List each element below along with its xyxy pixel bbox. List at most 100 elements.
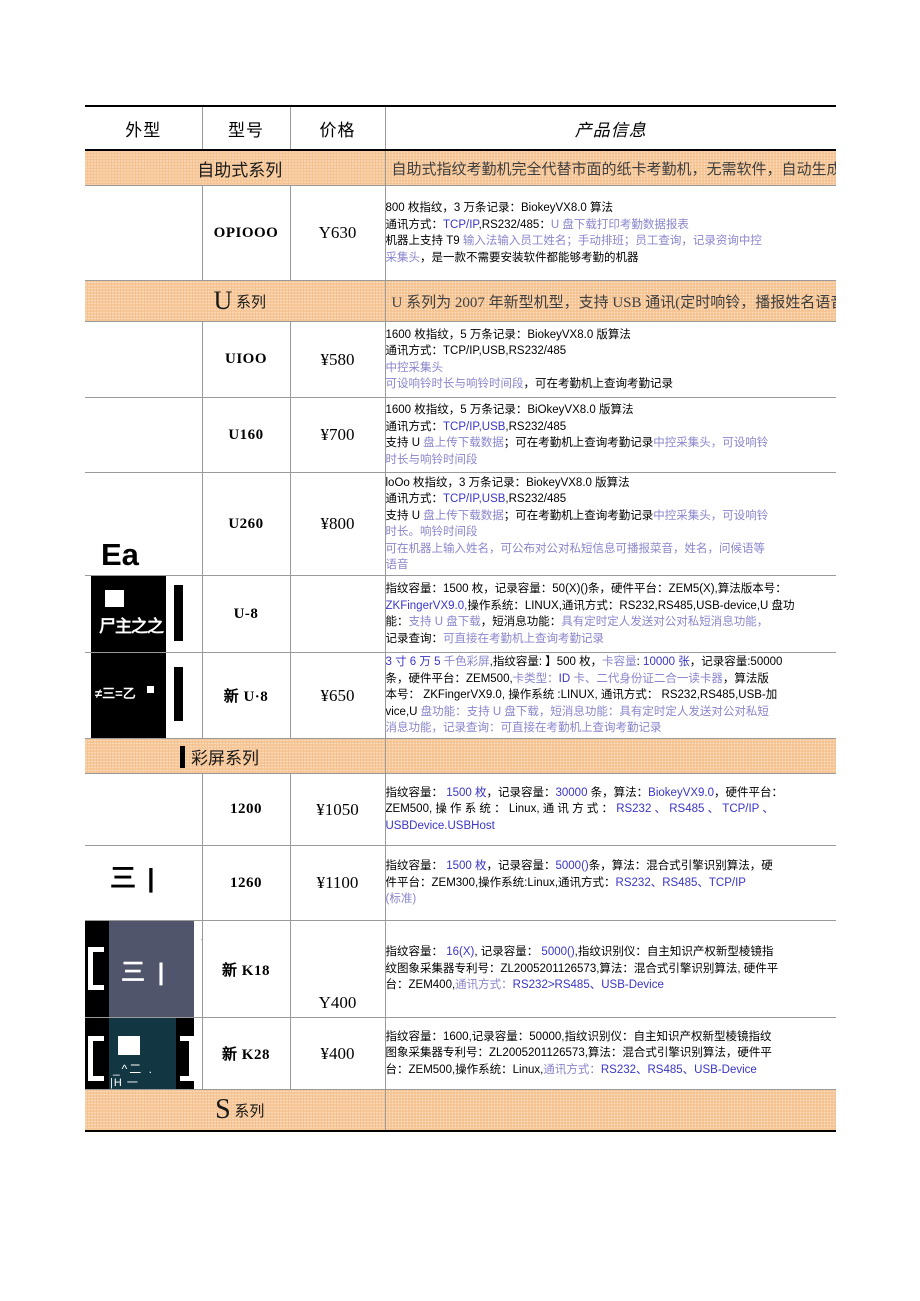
model-name: U-8 [201, 575, 291, 653]
product-info-line: vice,U 盘功能：支持 U 盘下载，短消息功能：具有定时定人发送对公对私短 [385, 705, 769, 718]
product-info-line: 中控采集头 [385, 361, 443, 374]
section-banner-color-screen: 彩屏系列 [85, 738, 836, 774]
product-photo-opi1000 [85, 185, 203, 281]
price-value: ¥650 [289, 652, 386, 739]
series-desc-color-screen [384, 738, 836, 774]
photo-block [105, 590, 124, 607]
product-info-line: 时长。响铃时间段 [385, 526, 478, 538]
series-label-s-series: S 系列 [85, 1089, 386, 1132]
model-name: 新 K18 [201, 920, 291, 1018]
product-info-line: 台：ZEM400,通讯方式：RS232>RS485、USB-Device [385, 979, 664, 992]
product-info: 800 枚指纹，3 万条记录：BiokeyVX8.0 算法 通讯方式：TCP/IP… [384, 185, 836, 281]
price-value: ¥800 [289, 472, 386, 576]
product-info: 指纹容量：1600,记录容量：50000,指纹识别仪：自主知识产权新型棱镜指纹图… [384, 1017, 836, 1090]
product-info-line: 可设响铃时长与响铃时间段，可在考勤机上查询考勤记录 [385, 378, 673, 390]
product-info-line: 纹图象采集器专利号：ZL2005201126573,算法：混合式引擎识别算法, … [385, 962, 779, 975]
header-cell-product-info: 产品信息 [384, 106, 836, 151]
series-label-u-letter: U [213, 286, 233, 315]
model-name: 新 K28 [201, 1017, 291, 1090]
product-info-line: ZKFingerVX9.0,操作系统：LINUX,通讯方式：RS232,RS48… [385, 599, 795, 612]
model-name: 新 U·8 [201, 652, 291, 739]
product-info-line: 采集头，是一款不需要安装软件都能够考勤的机器 [385, 251, 639, 264]
model-name: OPIOOO [201, 185, 291, 281]
price-value: ¥1100 [289, 845, 386, 921]
product-info-line: 3 寸 6 万 5 千色彩屏,指纹容量: 】500 枚，卡容量: 10000 张… [385, 656, 783, 669]
product-info-line: 指纹容量： 1500 枚，记录容量：5000()条，算法：混合式引擎识别算法，硬 [385, 860, 773, 873]
table-row: ≠三=乙 新 U·8 ¥650 3 寸 6 万 5 千色彩屏,指纹容量: 】50… [85, 652, 836, 739]
product-info-line: ZEM500, 操 作 系 统 ： Linux, 通 讯 方 式 ： RS232… [385, 803, 774, 816]
table-row: 尸主之之 U-8 指纹容量：1500 枚，记录容量：50(X)()条，硬件平台：… [85, 575, 836, 653]
product-info-line: 通讯方式：TCP/IP,RS232/485：U 盘下载打印考勤数据报表 [385, 218, 689, 231]
table-row: U160 ¥700 1600 枚指纹，5 万条记录：BiOkeyVX8.0 版算… [85, 397, 836, 473]
product-info-line: 支持 U 盘上传下载数据；可在考勤机上查询考勤记录中控采集头，可设响铃 [385, 509, 769, 522]
header-cell-model: 型号 [201, 106, 291, 151]
product-info-line: 1600 枚指纹，5 万条记录：BiokeyVX8.0 版算法 [385, 328, 631, 341]
ghost-image-artifact-k18: 三 | [121, 959, 168, 986]
model-name: 1200 [201, 773, 291, 846]
product-info-line: 语音 [385, 559, 409, 571]
product-info-line: 指纹容量：1500 枚，记录容量：50(X)()条，硬件平台：ZEM5(X),算… [385, 583, 787, 595]
model-name: UIOO [201, 321, 291, 398]
product-photo-u100 [85, 321, 203, 398]
header-cell-price: 价格 [289, 106, 386, 151]
series-desc-u-series: U 系列为 2007 年新型机型，支持 USB 通讯(定时响铃，播报姓名语音等) [384, 280, 836, 322]
ghost-image-artifact-k28: |H 一 [110, 1077, 139, 1089]
price-value: ¥1050 [289, 773, 386, 846]
photo-block [88, 1076, 104, 1081]
ghost-image-artifact-k18-side: 刖 [201, 923, 202, 944]
table-row: OPIOOO Y630 800 枚指纹，3 万条记录：BiokeyVX8.0 算… [85, 185, 836, 281]
series-label-color-screen-text: 彩屏系列 [191, 748, 259, 768]
table-row: Ea U260 ¥800 loOo 枚指纹，3 万条记录：BiokeyVX8.0… [85, 472, 836, 576]
product-info-line: (标准) [385, 893, 417, 906]
product-photo-1200 [85, 773, 203, 846]
section-banner-self-service: 自助式系列 自助式指纹考勤机完全代替市面的纸卡考勤机，无需软件，自动生成报表 [85, 149, 836, 186]
product-price-table: 外型 型号 价格 产品信息 自助式系列 自助式指纹考勤机完全代替市面的纸卡考勤机… [85, 105, 836, 1132]
ghost-image-artifact-new-u8: ≠三=乙 [95, 686, 136, 701]
ghost-image-artifact-u260: Ea [101, 537, 139, 572]
product-info: 3 寸 6 万 5 千色彩屏,指纹容量: 】500 枚，卡容量: 10000 张… [384, 652, 836, 739]
document-page: 外型 型号 价格 产品信息 自助式系列 自助式指纹考勤机完全代替市面的纸卡考勤机… [0, 0, 920, 1301]
product-info-line: 消息功能，记录查询：可直接在考勤机上查询考勤记录 [385, 722, 662, 735]
ghost-image-artifact-u8: 尸主之之 [99, 617, 164, 636]
product-info-line: 件平台：ZEM300,操作系统:Linux,通讯方式：RS232、RS485、T… [385, 876, 746, 889]
photo-block [118, 1036, 140, 1055]
photo-block [189, 1036, 194, 1081]
product-photo-k28: _^二 . |H 一 [85, 1017, 203, 1090]
table-row: 三 | 1260 ¥1100 指纹容量： 1500 枚，记录容量：5000()条… [85, 845, 836, 921]
product-photo-new-u8: ≠三=乙 [85, 652, 203, 739]
table-row: 1200 ¥1050 指纹容量： 1500 枚，记录容量：30000 条，算法：… [85, 773, 836, 846]
series-desc-s-series [384, 1089, 836, 1132]
product-photo-k18: 三 | 刖 [85, 920, 203, 1018]
product-info-line: 可在机器上输入姓名，可公布对公对私短信息可播报菜音，姓名，问候语等 [385, 542, 765, 555]
price-value: Y400 [289, 920, 386, 1018]
product-info-line: 通讯方式：TCP/IP,USB,RS232/485 [385, 493, 567, 505]
product-info: 指纹容量： 16(X), 记录容量： 5000(),指纹识别仪：自主知识产权新型… [384, 920, 836, 1018]
product-photo-u8: 尸主之之 [85, 575, 203, 653]
product-info-line: 1600 枚指纹，5 万条记录：BiOkeyVX8.0 版算法 [385, 404, 634, 416]
product-info-line: 能：支持 U 盘下载，短消息功能：具有定时定人发送对公对私短消息功能， [385, 616, 769, 628]
series-label-s-letter: S [215, 1094, 231, 1125]
photo-block [88, 985, 104, 990]
product-info-line: 指纹容量： 1500 枚，记录容量：30000 条，算法：BiokeyVX9.0… [385, 786, 784, 799]
price-value: ¥580 [289, 321, 386, 398]
table-row: 三 | 刖 新 K18 Y400 指纹容量： 16(X), 记录容量： 5000… [85, 920, 836, 1018]
ghost-image-artifact-1260: 三 | [110, 863, 157, 893]
product-info: 1600 枚指纹，5 万条记录：BiOkeyVX8.0 版算法 通讯方式：TCP/… [384, 397, 836, 473]
series-label-color-screen: 彩屏系列 [85, 738, 386, 774]
product-info-line: 机器上支持 T9 输入法输入员工姓名；手动排班；员工查询，记录资询中控 [385, 235, 762, 247]
price-value [289, 575, 386, 653]
model-name: 1260 [201, 845, 291, 921]
model-name: U160 [201, 397, 291, 473]
product-info-line: 指纹容量：1600,记录容量：50000,指纹识别仪：自主知识产权新型棱镜指纹 [385, 1030, 772, 1043]
product-info-line: 通讯方式：TCP/IP,USB,RS232/485 [385, 420, 567, 433]
series-desc-self-service: 自助式指纹考勤机完全代替市面的纸卡考勤机，无需软件，自动生成报表 [384, 149, 836, 186]
series-label-self-service: 自助式系列 [85, 149, 386, 186]
series-label-u-suffix: 系列 [232, 295, 267, 311]
model-name: U260 [201, 472, 291, 576]
product-info-line: 记录查询：可直接在考勤机上查询考勤记录 [385, 632, 604, 645]
series-label-u-series: U 系列 [85, 280, 386, 322]
product-info: 指纹容量：1500 枚，记录容量：50(X)()条，硬件平台：ZEM5(X),算… [384, 575, 836, 653]
price-value: ¥400 [289, 1017, 386, 1090]
series-marker-bar [180, 745, 185, 768]
series-label-s-suffix: 系列 [230, 1104, 265, 1120]
